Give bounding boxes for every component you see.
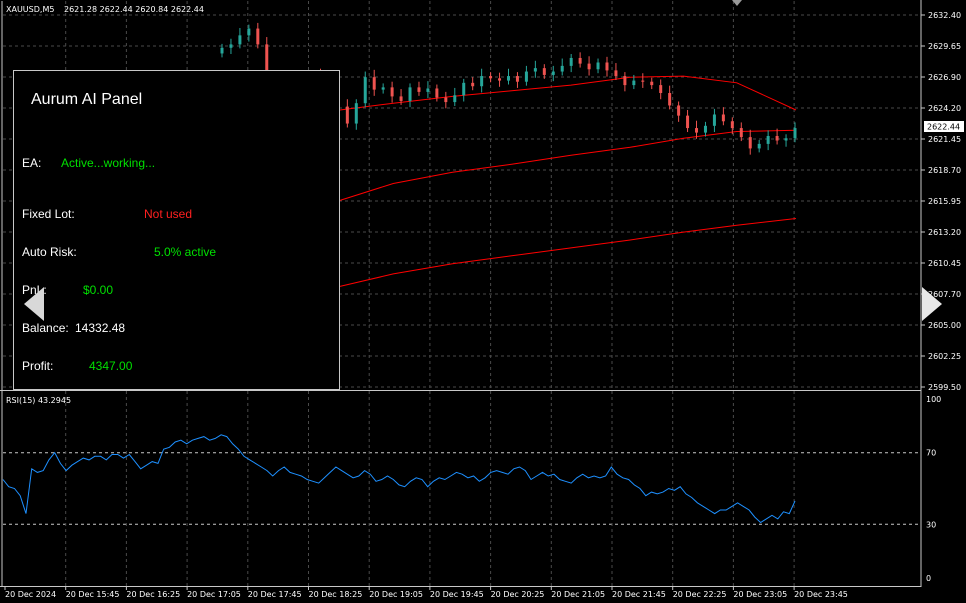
price-tick-label: 2610.45 bbox=[928, 259, 961, 268]
time-tick-label: 20 Dec 15:45 bbox=[66, 590, 120, 599]
balance-value: 14332.48 bbox=[75, 321, 126, 335]
price-tick-label: 2632.40 bbox=[928, 11, 961, 20]
rsi-chart[interactable]: RSI(15) 43.2945 100 70 30 0 20 Dec 2024 20 D… bbox=[0, 391, 966, 603]
price-tick-label: 2615.95 bbox=[928, 197, 961, 206]
rsi-label: RSI(15) 43.2945 bbox=[6, 396, 71, 405]
price-tick-label: 2626.90 bbox=[928, 73, 961, 82]
profit-label: Profit: bbox=[22, 359, 54, 373]
time-tick-label: 20 Dec 16:25 bbox=[126, 590, 180, 599]
current-price-tag: 2622.44 bbox=[924, 121, 964, 132]
time-tick-label: 20 Dec 17:05 bbox=[187, 590, 241, 599]
scroll-left-arrow-icon[interactable] bbox=[24, 287, 44, 321]
price-tick-label: 2629.65 bbox=[928, 42, 961, 51]
time-tick-label: 20 Dec 18:25 bbox=[309, 590, 363, 599]
price-tick-label: 2599.50 bbox=[928, 383, 961, 391]
rsi-level-label: 0 bbox=[926, 574, 931, 583]
shift-marker-icon[interactable] bbox=[732, 0, 742, 6]
auto-risk-label: Auto Risk: bbox=[22, 245, 77, 259]
auto-risk-value: 5.0% active bbox=[154, 245, 217, 259]
ea-label: EA: bbox=[22, 156, 42, 170]
rsi-level-label: 70 bbox=[926, 449, 936, 458]
scroll-right-arrow-icon[interactable] bbox=[922, 287, 942, 321]
pnl-value: $0.00 bbox=[83, 283, 114, 297]
price-tick-label: 2613.20 bbox=[928, 228, 961, 237]
time-tick-label: 20 Dec 19:05 bbox=[369, 590, 423, 599]
aurum-ai-panel: Aurum AI Panel EA: Active...working... F… bbox=[13, 70, 340, 390]
fixed-lot-label: Fixed Lot: bbox=[22, 207, 75, 221]
time-tick-label: 20 Dec 17:45 bbox=[248, 590, 302, 599]
time-tick-label: 20 Dec 21:45 bbox=[612, 590, 666, 599]
time-tick-label: 20 Dec 19:45 bbox=[430, 590, 484, 599]
fixed-lot-value: Not used bbox=[144, 207, 193, 221]
time-tick-label: 20 Dec 23:05 bbox=[733, 590, 787, 599]
time-tick-label: 20 Dec 22:25 bbox=[673, 590, 727, 599]
price-tick-label: 2618.70 bbox=[928, 166, 961, 175]
ea-status: Active...working... bbox=[61, 156, 156, 170]
symbol-label: XAUUSD,M5 bbox=[6, 5, 54, 14]
time-tick-label: 20 Dec 20:25 bbox=[491, 590, 545, 599]
time-tick-label: 20 Dec 21:05 bbox=[551, 590, 605, 599]
price-tick-label: 2605.00 bbox=[928, 321, 961, 330]
time-tick-label: 20 Dec 2024 bbox=[5, 590, 56, 599]
current-price-label: 2622.44 bbox=[927, 123, 960, 132]
price-tick-label: 2624.20 bbox=[928, 104, 961, 113]
rsi-level-label: 30 bbox=[926, 520, 936, 529]
panel-title: Aurum AI Panel bbox=[31, 91, 143, 108]
rsi-level-label: 100 bbox=[926, 395, 941, 404]
profit-value: 4347.00 bbox=[89, 359, 133, 373]
price-tick-label: 2602.25 bbox=[928, 352, 961, 361]
time-tick-label: 20 Dec 23:45 bbox=[794, 590, 848, 599]
quote-label: 2621.28 2622.44 2620.84 2622.44 bbox=[64, 5, 204, 14]
price-tick-label: 2621.45 bbox=[928, 135, 961, 144]
balance-label: Balance: bbox=[22, 321, 69, 335]
